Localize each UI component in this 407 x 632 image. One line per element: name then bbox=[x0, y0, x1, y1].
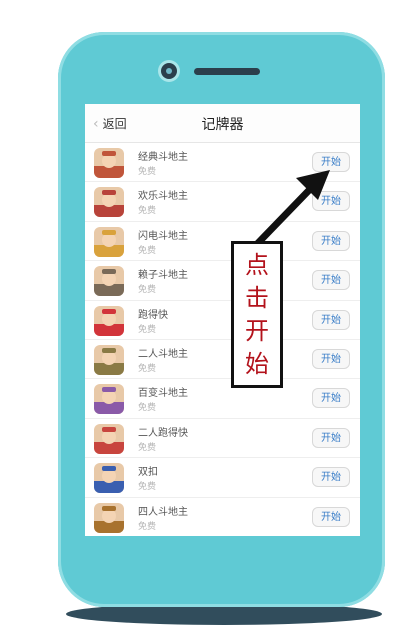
annotation-char: 开 bbox=[245, 317, 269, 346]
annotation-char: 击 bbox=[245, 283, 269, 312]
annotation-char: 点 bbox=[245, 250, 269, 279]
click-start-annotation: 点 击 开 始 bbox=[231, 241, 283, 388]
arrow-up-right-icon bbox=[254, 170, 330, 247]
annotation-char: 始 bbox=[245, 350, 269, 379]
